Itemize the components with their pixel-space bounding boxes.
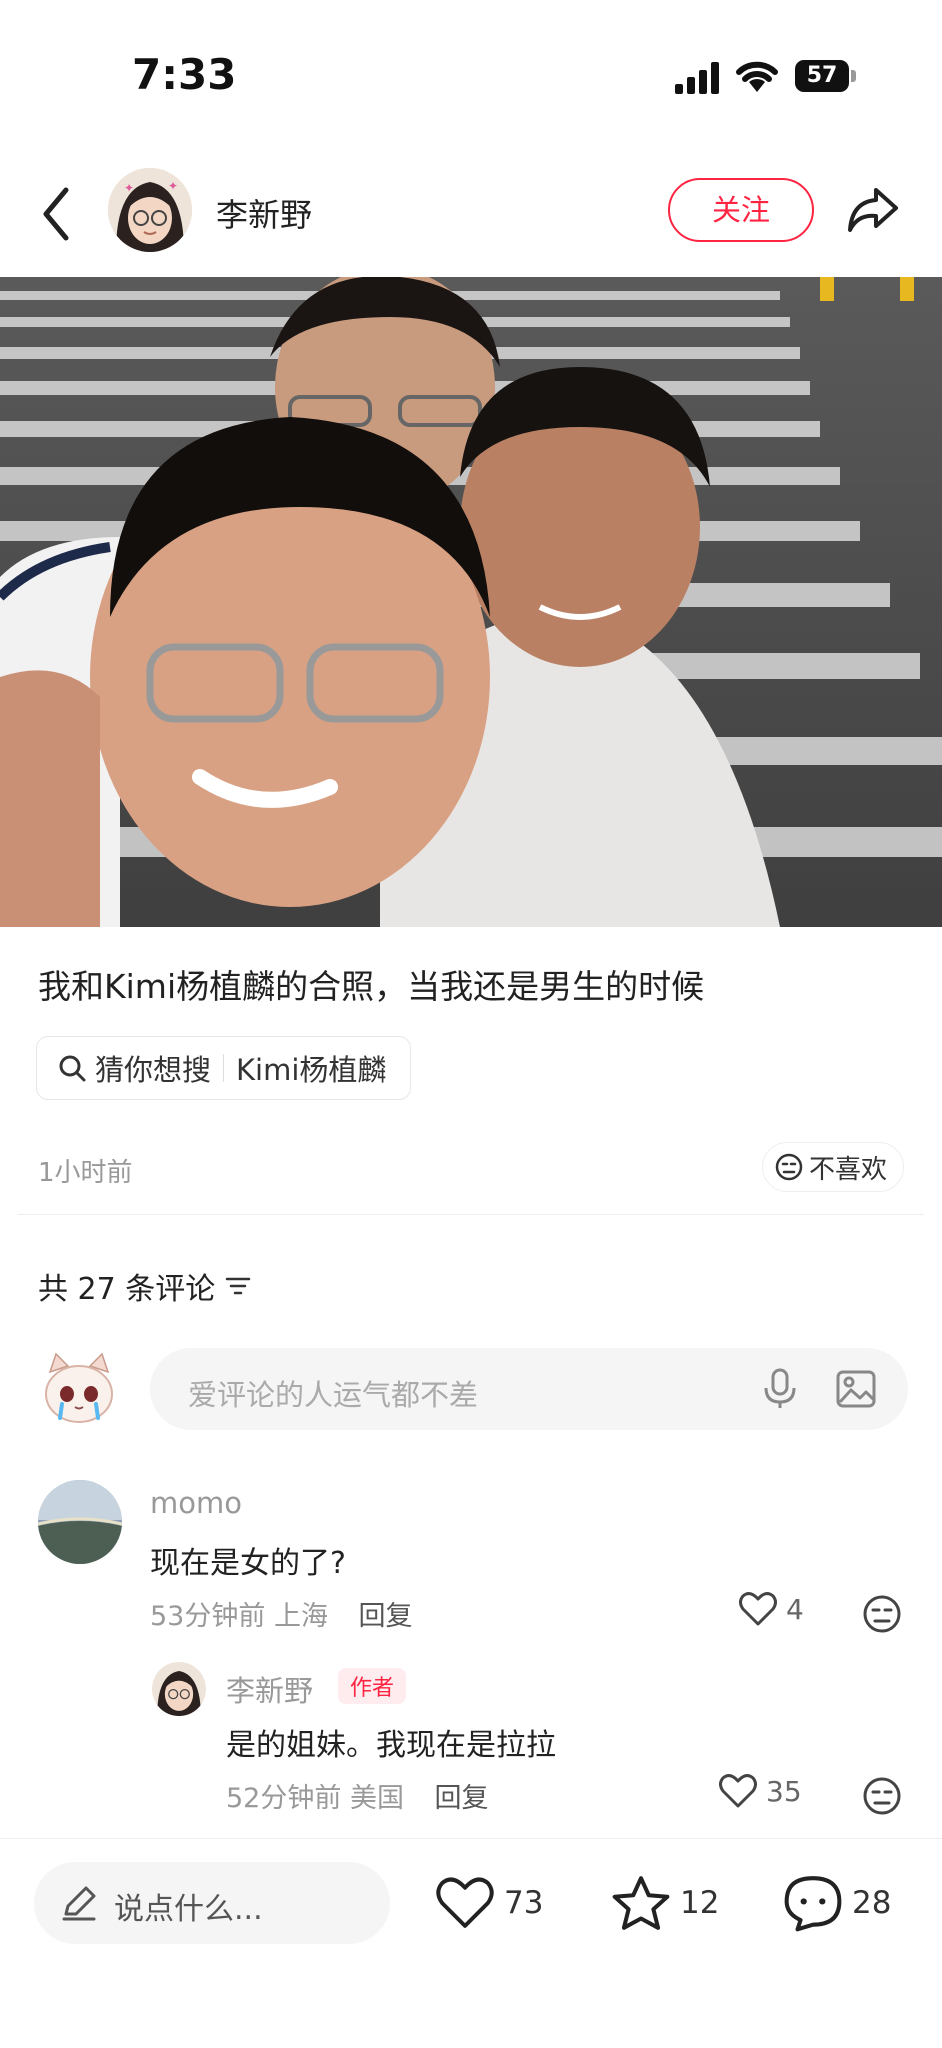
reply-time: 52分钟前 [226, 1783, 342, 1814]
comment-author[interactable]: momo [150, 1486, 242, 1520]
reply-avatar-image [152, 1662, 206, 1716]
comment-meta: 53分钟前 上海 回复 [150, 1594, 413, 1633]
post-time: 1小时前 [38, 1158, 133, 1188]
status-bar: 7:33 57 [0, 0, 942, 150]
author-name[interactable]: 李新野 [216, 190, 312, 236]
comment-location: 上海 [273, 1601, 328, 1632]
bottom-divider [0, 1838, 942, 1839]
search-icon [59, 1055, 86, 1082]
comment-bubble-icon [784, 1876, 842, 1932]
comment-count: 28 [852, 1885, 892, 1921]
dislike-face-icon[interactable] [862, 1594, 902, 1634]
reply-like-count: 35 [766, 1774, 802, 1808]
collect-count: 12 [680, 1885, 720, 1921]
comment-like-count: 4 [786, 1592, 804, 1626]
like-button[interactable]: 73 [434, 1868, 543, 1938]
comment-input[interactable]: 爱评论的人运气都不差 [150, 1348, 908, 1430]
dislike-button[interactable]: 不喜欢 [762, 1142, 905, 1192]
search-term: Kimi杨植麟 [236, 1053, 387, 1087]
comment-avatar-image [38, 1480, 122, 1564]
svg-text:✦: ✦ [124, 181, 134, 195]
wifi-icon [736, 61, 778, 92]
reply-author[interactable]: 李新野 [226, 1668, 313, 1710]
image-icon[interactable] [836, 1370, 876, 1408]
follow-button[interactable]: 关注 [668, 178, 814, 242]
microphone-icon[interactable] [762, 1368, 798, 1410]
chip-separator [223, 1054, 225, 1082]
star-icon [612, 1876, 670, 1930]
comments-count-label: 共 27 条评论 [38, 1272, 216, 1307]
battery-level: 57 [795, 60, 849, 92]
dislike-label: 不喜欢 [809, 1154, 888, 1185]
bottom-input-placeholder: 说点什么... [114, 1892, 263, 1927]
my-avatar [45, 1352, 113, 1423]
author-avatar-image: ✦ ✦ [108, 168, 192, 252]
heart-icon [436, 1877, 494, 1928]
post-title: 我和Kimi杨植麟的合照，当我还是男生的时候 [38, 967, 705, 1006]
reply-avatar[interactable] [152, 1662, 206, 1716]
comment-button[interactable]: 28 [782, 1868, 891, 1938]
reply-like-button[interactable]: 35 [718, 1772, 802, 1810]
comment-text: 现在是女的了? [150, 1546, 346, 1581]
search-prefix: 猜你想搜 [95, 1053, 212, 1087]
heart-icon [719, 1774, 757, 1808]
bottom-comment-input[interactable]: 说点什么... [34, 1862, 390, 1944]
reply-button[interactable]: 回复 [359, 1601, 413, 1632]
heart-icon [739, 1592, 777, 1626]
comment-avatar[interactable] [38, 1480, 122, 1564]
dislike-face-icon[interactable] [862, 1776, 902, 1816]
battery-indicator: 57 [795, 60, 857, 92]
sort-icon [226, 1277, 251, 1295]
dislike-face-icon [775, 1153, 803, 1181]
pencil-icon [62, 1886, 96, 1921]
battery-cap [851, 70, 856, 82]
share-icon[interactable] [846, 186, 900, 234]
author-tag: 作者 [338, 1668, 407, 1704]
cellular-signal-icon [675, 62, 719, 94]
like-count: 73 [504, 1885, 544, 1921]
post-photo[interactable] [0, 277, 942, 927]
search-suggestion-chip[interactable]: 猜你想搜 Kimi杨植麟 [36, 1036, 412, 1100]
post-header: ✦ ✦ 李新野 关注 [0, 160, 942, 270]
reply-location: 美国 [349, 1783, 404, 1814]
comment-input-placeholder: 爱评论的人运气都不差 [188, 1378, 479, 1412]
comment-time: 53分钟前 [150, 1601, 266, 1632]
status-time: 7:33 [132, 50, 237, 99]
post-photo-image [0, 277, 942, 927]
collect-button[interactable]: 12 [610, 1868, 719, 1938]
reply-text: 是的姐妹。我现在是拉拉 [226, 1728, 556, 1763]
reply-meta: 52分钟前 美国 回复 [226, 1776, 489, 1815]
content-divider [18, 1214, 924, 1215]
svg-text:✦: ✦ [168, 179, 178, 193]
author-avatar[interactable]: ✦ ✦ [108, 168, 192, 252]
back-icon[interactable] [36, 184, 76, 244]
comment-like-button[interactable]: 4 [738, 1590, 804, 1628]
comments-count[interactable]: 共 27 条评论 [38, 1264, 253, 1308]
reply-button[interactable]: 回复 [435, 1783, 489, 1814]
